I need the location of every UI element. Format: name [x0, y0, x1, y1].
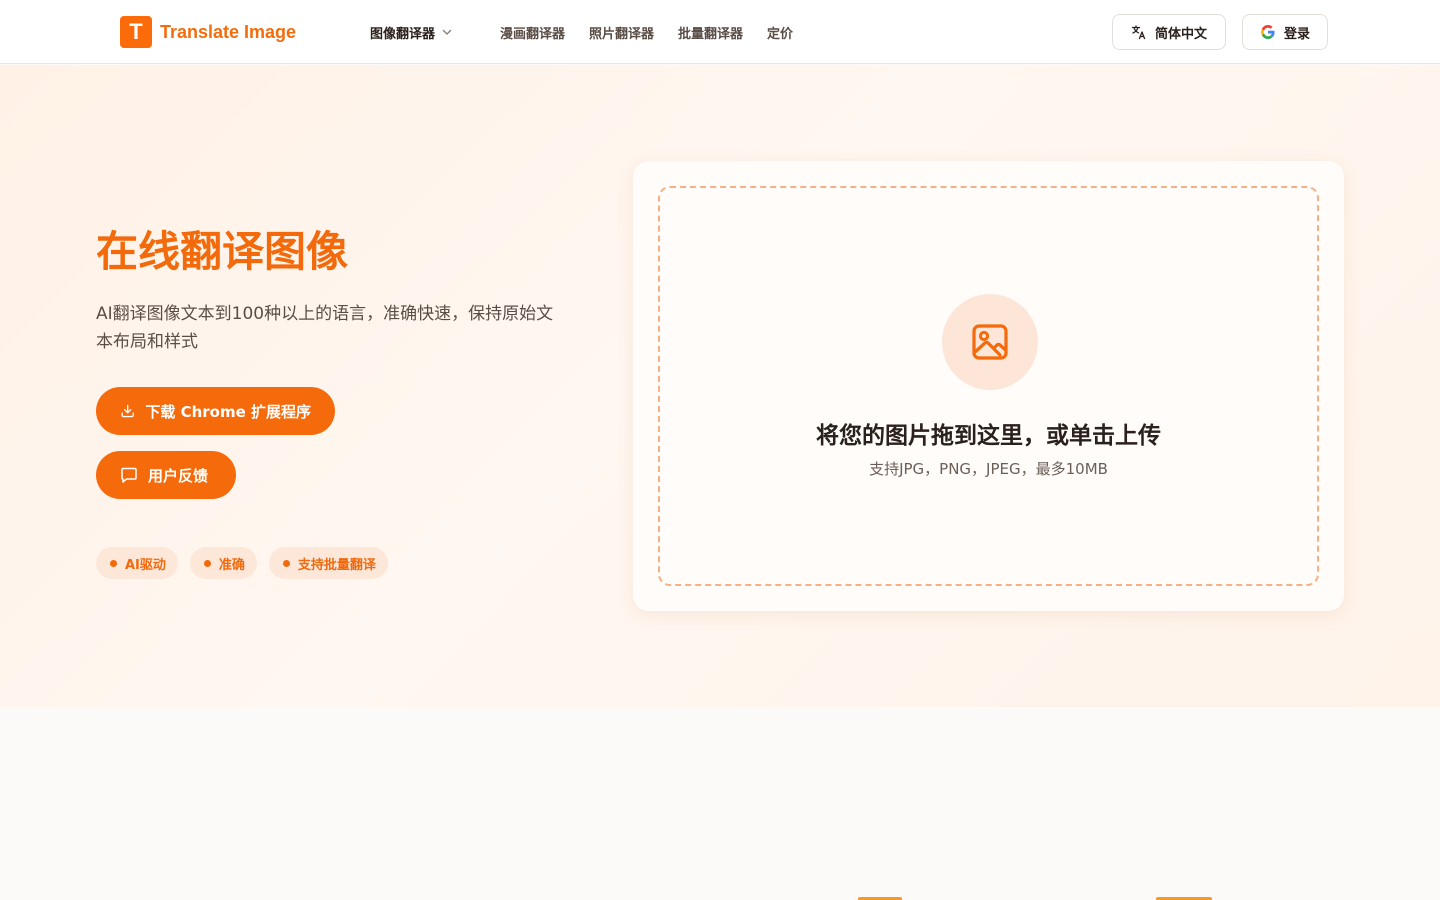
nav-links: 漫画翻译器 照片翻译器 批量翻译器 定价 — [500, 22, 793, 42]
nav-link-photo-translator[interactable]: 照片翻译器 — [589, 23, 654, 42]
dot-icon — [282, 559, 290, 567]
logo-mark: T — [120, 16, 152, 48]
message-icon — [121, 467, 137, 483]
download-chrome-extension-button[interactable]: 下载 Chrome 扩展程序 — [96, 387, 335, 435]
nav-dropdown-label: 图像翻译器 — [370, 26, 436, 42]
login-button[interactable]: 登录 — [1242, 14, 1328, 50]
dot-icon — [203, 559, 211, 567]
tag-label: 支持批量翻译 — [297, 557, 376, 573]
logo[interactable]: T Translate Image — [120, 16, 296, 48]
dropzone-title: 将您的图片拖到这里，或单击上传 — [816, 423, 1161, 449]
download-icon — [121, 404, 134, 418]
nav-link-pricing[interactable]: 定价 — [767, 23, 793, 42]
nav-link-batch-translator[interactable]: 批量翻译器 — [678, 23, 743, 42]
download-button-label: 下载 Chrome 扩展程序 — [145, 402, 311, 421]
user-feedback-button[interactable]: 用户反馈 — [96, 451, 236, 499]
dot-icon — [110, 559, 117, 567]
tag-ai-powered: AI驱动 — [96, 547, 178, 579]
hero-subtitle: AI翻译图像文本到100种以上的语言，准确快速，保持原始文本布局和样式 — [96, 304, 554, 352]
language-label: 简体中文 — [1154, 26, 1207, 42]
image-dropzone[interactable]: 将您的图片拖到这里，或单击上传 支持JPG，PNG，JPEG，最多10MB — [658, 186, 1319, 586]
top-header: T Translate Image 图像翻译器 漫画翻译器 照片翻译器 批量翻译… — [0, 0, 1440, 64]
nav-image-translator-dropdown[interactable]: 图像翻译器 — [370, 22, 453, 42]
tag-batch-support: 支持批量翻译 — [268, 547, 388, 579]
upload-card: 将您的图片拖到这里，或单击上传 支持JPG，PNG，JPEG，最多10MB — [633, 161, 1344, 611]
brand-name: Translate Image — [160, 21, 297, 42]
image-icon — [972, 324, 1008, 360]
page-title: 在线翻译图像 — [96, 227, 349, 276]
dropzone-subtitle: 支持JPG，PNG，JPEG，最多10MB — [869, 460, 1108, 478]
chevron-down-icon — [442, 29, 452, 35]
feedback-button-label: 用户反馈 — [148, 466, 209, 485]
tag-label: 准确 — [218, 557, 245, 573]
feature-tags: AI驱动 准确 支持批量翻译 — [96, 547, 388, 579]
tag-label: AI驱动 — [125, 557, 166, 573]
nav-link-manga-translator[interactable]: 漫画翻译器 — [500, 23, 565, 42]
language-button[interactable]: 简体中文 — [1112, 14, 1226, 50]
tag-accurate: 准确 — [189, 547, 257, 579]
translate-icon — [1131, 25, 1146, 40]
upload-icon-circle — [942, 294, 1038, 390]
login-label: 登录 — [1283, 26, 1310, 42]
google-icon — [1260, 25, 1275, 39]
